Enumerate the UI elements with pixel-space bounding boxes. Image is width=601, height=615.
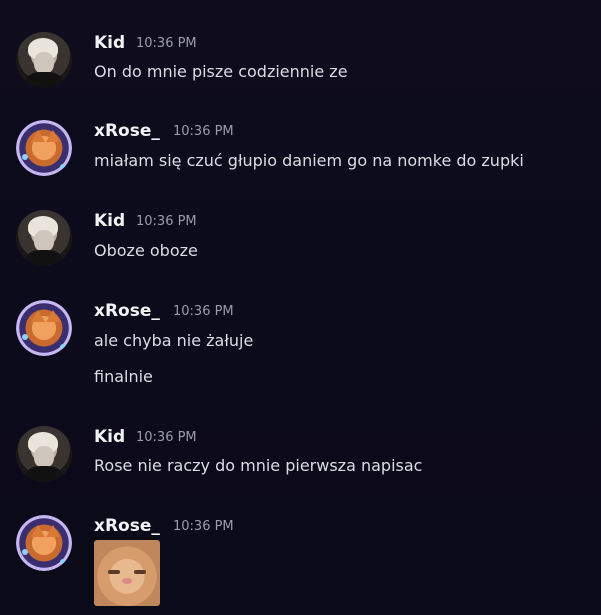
username[interactable]: Kid (94, 210, 125, 232)
cat-sticker-image[interactable] (94, 540, 160, 606)
avatar-body (26, 250, 62, 266)
message-text: On do mnie pisze codziennie ze (94, 62, 348, 81)
message-text: ale chyba nie żałuje (94, 331, 254, 350)
avatar[interactable] (16, 515, 72, 571)
chat-message-list: Kid 10:36 PM On do mnie pisze codziennie… (0, 0, 601, 615)
timestamp[interactable]: 10:36 PM (173, 123, 234, 141)
message-text: miałam się czuć głupio daniem go na nomk… (94, 151, 524, 170)
avatar-sparkle (22, 154, 28, 160)
username[interactable]: Kid (94, 426, 125, 448)
avatar[interactable] (16, 210, 72, 266)
username[interactable]: Kid (94, 32, 125, 54)
message-text: finalnie (94, 367, 153, 386)
username[interactable]: xRose_ (94, 515, 160, 537)
avatar-body (26, 72, 62, 88)
avatar-face (34, 52, 54, 74)
sticker-eye (108, 570, 120, 574)
avatar-ear (31, 310, 45, 322)
avatar-sparkle (60, 559, 66, 565)
sticker-eye (134, 570, 146, 574)
timestamp[interactable]: 10:36 PM (173, 303, 234, 321)
avatar[interactable] (16, 300, 72, 356)
avatar[interactable] (16, 32, 72, 88)
message-text: Rose nie raczy do mnie pierwsza napisac (94, 456, 423, 475)
avatar-sparkle (22, 549, 28, 555)
avatar-ear (46, 525, 60, 537)
avatar-ear (46, 310, 60, 322)
avatar-ear (31, 525, 45, 537)
avatar-ear (46, 130, 60, 142)
avatar-ear (31, 130, 45, 142)
avatar-face (34, 446, 54, 468)
username[interactable]: xRose_ (94, 300, 160, 322)
sticker-nose (122, 578, 132, 584)
avatar-sparkle (22, 334, 28, 340)
avatar-sparkle (60, 164, 66, 170)
avatar-sparkle (60, 344, 66, 350)
message-text: Oboze oboze (94, 241, 198, 260)
username[interactable]: xRose_ (94, 120, 160, 142)
avatar[interactable] (16, 426, 72, 482)
timestamp[interactable]: 10:36 PM (136, 35, 197, 53)
timestamp[interactable]: 10:36 PM (173, 518, 234, 536)
avatar[interactable] (16, 120, 72, 176)
avatar-body (26, 466, 62, 482)
avatar-face (34, 230, 54, 252)
timestamp[interactable]: 10:36 PM (136, 213, 197, 231)
timestamp[interactable]: 10:36 PM (136, 429, 197, 447)
